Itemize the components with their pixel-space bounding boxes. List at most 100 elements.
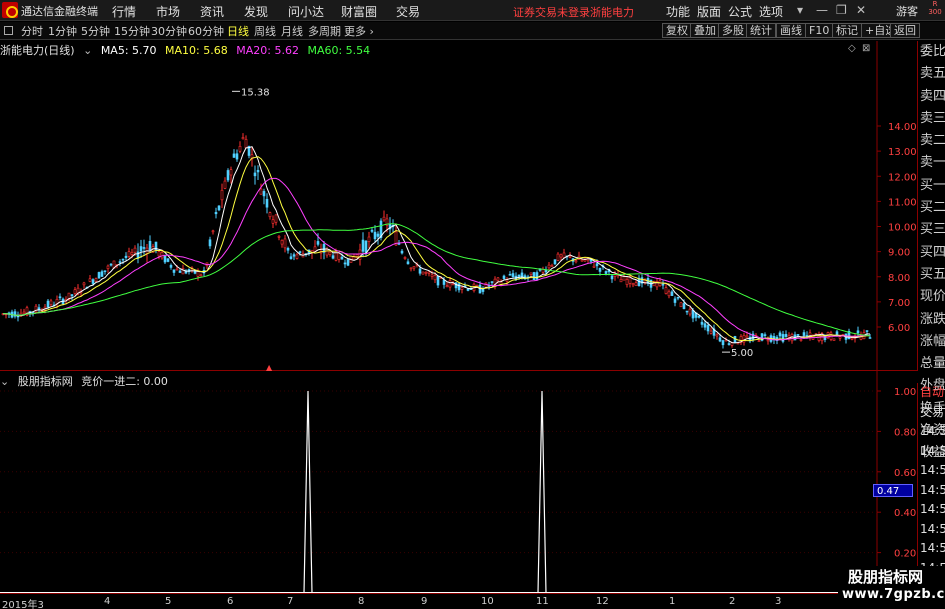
candle-body — [796, 334, 800, 336]
menu-options[interactable]: 选项 — [759, 3, 783, 20]
candle-body — [802, 332, 806, 336]
candle-body — [133, 247, 137, 253]
adjust-button[interactable]: 复权 — [662, 23, 692, 38]
candlestick-chart[interactable]: 14.00 13.00 12.00 11.00 10.00 9.00 8.00 7.00 6.0… — [0, 41, 917, 371]
quote-field-label: 买二 — [920, 200, 945, 216]
layout-toggle-icon[interactable] — [4, 26, 13, 35]
candle-body — [280, 239, 284, 245]
tab-weekly[interactable]: 周线 — [254, 23, 276, 39]
candle-body — [340, 256, 344, 260]
menu-wealth-circle[interactable]: 财富圈 — [341, 3, 377, 20]
candle-body — [91, 279, 95, 284]
ma60-line — [2, 223, 871, 337]
candle-body — [118, 261, 122, 263]
candle-body — [832, 338, 836, 341]
candle-body — [49, 300, 53, 305]
ma20-line — [2, 177, 871, 341]
candle-body — [700, 321, 704, 325]
menu-discover[interactable]: 发现 — [244, 3, 268, 20]
guest-user[interactable]: 游客 — [896, 3, 918, 19]
indicator-chart[interactable]: 1.00 0.80 0.60 0.40 0.20 — [0, 371, 917, 593]
mark-button[interactable]: 标记 — [832, 23, 862, 38]
candle-body — [679, 302, 683, 308]
menu-quotes[interactable]: 行情 — [112, 3, 136, 20]
candle-body — [106, 265, 110, 269]
time-axis-label: 5 — [165, 596, 172, 607]
quote-field-label: 卖五 — [920, 66, 945, 82]
candle-body — [559, 254, 563, 258]
time-axis-label: 10 — [481, 596, 494, 607]
candle-body — [604, 271, 608, 274]
candle-body — [610, 275, 614, 280]
menu-layout[interactable]: 版面 — [697, 3, 721, 20]
candle-body — [436, 275, 440, 286]
menu-trade[interactable]: 交易 — [396, 3, 420, 20]
tab-5min[interactable]: 5分钟 — [81, 23, 110, 39]
candle-body — [367, 236, 371, 242]
skin-icon[interactable]: ▾ — [797, 3, 803, 17]
candle-body — [238, 145, 242, 152]
price-chart-panel[interactable]: 浙能电力(日线) ⌄ MA5: 5.70 MA10: 5.68 MA20: 5.… — [0, 41, 917, 371]
candle-body — [223, 180, 227, 189]
tab-30min[interactable]: 30分钟 — [151, 23, 187, 39]
menu-market[interactable]: 市场 — [156, 3, 180, 20]
candle-body — [553, 259, 557, 265]
close-icon[interactable]: ✕ — [856, 3, 866, 17]
tab-monthly[interactable]: 月线 — [281, 23, 303, 39]
restore-icon[interactable]: ❐ — [836, 3, 847, 17]
corner-indicator: R 300 — [928, 0, 942, 16]
time-axis: 2015年3 4 5 6 7 8 9 10 11 12 1 2 3 — [0, 593, 917, 609]
draw-line-button[interactable]: 画线 — [776, 23, 806, 38]
candle-body — [460, 287, 464, 290]
overlay-button[interactable]: 叠加 — [690, 23, 720, 38]
tick-time: 14:56 — [920, 541, 945, 555]
back-button[interactable]: 返回 — [890, 23, 920, 38]
minimize-icon[interactable]: — — [816, 3, 828, 17]
candle-body — [211, 230, 215, 233]
f10-button[interactable]: F10 — [805, 23, 834, 38]
time-axis-label: 2 — [729, 596, 736, 607]
candle-body — [343, 262, 347, 265]
indicator-panel[interactable]: ⌄ 股朋指标网 竞价一进二: 0.00 1.00 0.80 0.60 0.40 0.20 — [0, 371, 917, 593]
quote-field-label: 买五 — [920, 266, 945, 282]
multi-stock-button[interactable]: 多股 — [718, 23, 748, 38]
menu-assistant[interactable]: 问小达 — [288, 3, 324, 20]
tab-60min[interactable]: 60分钟 — [188, 23, 224, 39]
candle-body — [403, 257, 407, 259]
candle-body — [316, 241, 320, 245]
candle-body — [127, 251, 131, 257]
candle-body — [532, 272, 536, 280]
tab-multi-period[interactable]: 多周期 — [308, 23, 341, 39]
tick-list: 自动交易14:5614:5614:5614:5614:5614:5614:561… — [917, 383, 945, 593]
indicator-current-value: 0.47 — [873, 484, 913, 497]
quote-field-label: 买三 — [920, 222, 945, 238]
tab-intraday[interactable]: 分时 — [21, 23, 43, 39]
candles — [1, 133, 872, 349]
candle-body — [37, 307, 41, 310]
candle-body — [676, 296, 680, 299]
tab-more[interactable]: 更多 › — [344, 23, 374, 39]
candle-body — [229, 169, 233, 176]
app-logo-icon — [2, 2, 18, 18]
tab-15min[interactable]: 15分钟 — [114, 23, 150, 39]
candle-body — [235, 153, 239, 160]
candle-body — [682, 303, 686, 310]
price-axis-label: 10.00 — [888, 223, 917, 234]
login-status[interactable]: 证券交易未登录 — [513, 4, 590, 20]
tab-1min[interactable]: 1分钟 — [48, 23, 77, 39]
quote-field-label: 总量 — [920, 356, 945, 372]
candle-body — [631, 283, 635, 286]
candle-body — [286, 247, 290, 251]
candle-body — [568, 256, 572, 258]
candle-body — [550, 265, 554, 267]
candle-body — [745, 335, 749, 338]
candle-body — [547, 264, 551, 269]
menu-news[interactable]: 资讯 — [200, 3, 224, 20]
auto-trade-label[interactable]: 自动 — [918, 383, 945, 403]
menu-function[interactable]: 功能 — [666, 3, 690, 20]
candle-body — [865, 330, 869, 332]
tab-daily[interactable]: 日线 — [227, 23, 249, 39]
candle-body — [103, 270, 107, 272]
menu-formula[interactable]: 公式 — [728, 3, 752, 20]
statistics-button[interactable]: 统计 — [746, 23, 776, 38]
